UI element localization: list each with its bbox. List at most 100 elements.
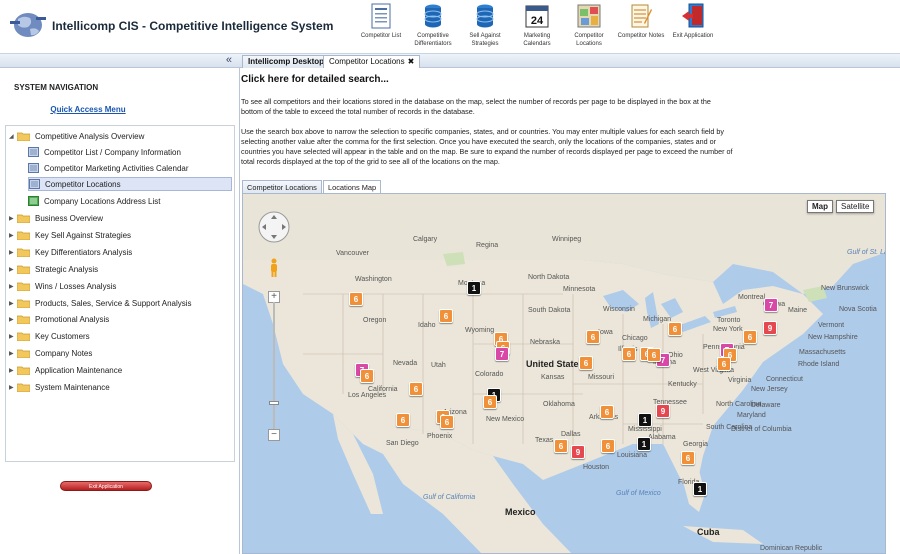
location-marker[interactable]: 6 (717, 357, 731, 371)
main-toolbar: Competitor List Competitive Differentiat… (355, 0, 719, 54)
location-marker[interactable]: 9 (763, 321, 777, 335)
zoom-slider-handle[interactable] (269, 401, 279, 405)
location-marker[interactable]: 9 (656, 404, 670, 418)
app-header: Intellicomp CIS - Competitive Intelligen… (0, 0, 900, 54)
map-label: South Dakota (528, 307, 571, 314)
sidebar-item-competitor-list-company-information[interactable]: Competitor List / Company Information (28, 145, 232, 159)
collapsed-arrow-icon[interactable]: ▶ (9, 333, 17, 340)
sidebar-item-company-locations-address-list[interactable]: Company Locations Address List (28, 194, 232, 208)
map-type-satellite-button[interactable]: Satellite (836, 200, 875, 213)
location-marker[interactable]: 1 (467, 281, 481, 295)
locations-map[interactable]: Map Satellite + − United States Mexico Cub… (242, 193, 886, 554)
sidebar-item-competitive-analysis-overview[interactable]: ◢ Competitive Analysis Overview (9, 129, 232, 143)
map-label: Rhode Island (798, 361, 840, 368)
location-marker[interactable]: 6 (586, 330, 600, 344)
location-marker[interactable]: 6 (681, 451, 695, 465)
tab-competitor-locations[interactable]: Competitor Locations ✖ (323, 55, 421, 68)
sidebar-item-promotional-analysis[interactable]: ▶ Promotional Analysis (9, 312, 232, 326)
sidebar-item-company-notes[interactable]: ▶ Company Notes (9, 346, 232, 360)
sidebar-item-application-maintenance[interactable]: ▶ Application Maintenance (9, 363, 232, 377)
competitor-list-button[interactable]: Competitor List (355, 0, 407, 54)
location-marker[interactable]: 6 (349, 292, 363, 306)
location-marker[interactable]: 7 (495, 347, 509, 361)
location-marker[interactable]: 7 (764, 298, 778, 312)
tab-intellicomp-desktop[interactable]: Intellicomp Desktop (242, 55, 331, 68)
close-tab-icon[interactable]: ✖ (408, 57, 415, 66)
map-label: North Dakota (528, 274, 570, 281)
location-marker[interactable]: 1 (637, 437, 651, 451)
collapsed-arrow-icon[interactable]: ▶ (9, 316, 17, 323)
sidebar-item-label: Competitor Locations (45, 179, 121, 189)
sidebar-item-competitor-locations[interactable]: Competitor Locations (28, 177, 232, 191)
location-marker[interactable]: 6 (483, 395, 497, 409)
list-document-icon (368, 2, 394, 30)
expanded-arrow-icon[interactable]: ◢ (9, 133, 17, 140)
sidebar-item-products-sales-service-support-analysis[interactable]: ▶ Products, Sales, Service & Support Anal… (9, 296, 232, 310)
sidebar-item-label: Company Locations Address List (44, 196, 161, 206)
sidebar-item-competitor-marketing-activities-calendar[interactable]: Competitor Marketing Activities Calendar (28, 161, 232, 175)
location-marker[interactable]: 6 (579, 356, 593, 370)
sidebar-item-system-maintenance[interactable]: ▶ System Maintenance (9, 380, 232, 394)
zoom-out-button[interactable]: − (268, 429, 280, 441)
competitor-notes-button[interactable]: Competitor Notes (615, 0, 667, 54)
marketing-calendars-button[interactable]: 24 Marketing Calendars (511, 0, 563, 54)
location-marker[interactable]: 6 (554, 439, 568, 453)
location-marker[interactable]: 1 (638, 413, 652, 427)
map-label: Regina (476, 242, 499, 249)
subtab-competitor-locations[interactable]: Competitor Locations (242, 180, 322, 194)
location-marker[interactable]: 1 (693, 482, 707, 496)
collapsed-arrow-icon[interactable]: ▶ (9, 300, 17, 307)
folder-icon (17, 282, 30, 291)
collapsed-arrow-icon[interactable]: ▶ (9, 283, 17, 290)
collapsed-arrow-icon[interactable]: ▶ (9, 215, 17, 222)
collapsed-arrow-icon[interactable]: ▶ (9, 249, 17, 256)
map-label: Oklahoma (543, 401, 575, 408)
location-marker[interactable]: 6 (600, 405, 614, 419)
collapsed-arrow-icon[interactable]: ▶ (9, 266, 17, 273)
collapsed-arrow-icon[interactable]: ▶ (9, 232, 17, 239)
street-view-pegman-icon[interactable] (269, 258, 279, 278)
competitor-locations-button[interactable]: Competitor Locations (563, 0, 615, 54)
sidebar-item-label: Competitive Analysis Overview (35, 131, 145, 141)
map-label: Minnesota (563, 286, 596, 293)
collapsed-arrow-icon[interactable]: ▶ (9, 350, 17, 357)
collapsed-arrow-icon[interactable]: ▶ (9, 384, 17, 391)
map-type-map-button[interactable]: Map (807, 200, 833, 213)
location-marker[interactable]: 6 (743, 330, 757, 344)
location-marker[interactable]: 6 (647, 348, 661, 362)
sidebar-item-label: Competitor Marketing Activities Calendar (44, 163, 189, 173)
location-marker[interactable]: 6 (622, 347, 636, 361)
location-marker[interactable]: 6 (440, 415, 454, 429)
exit-application-sidebar-button[interactable]: Exit Application (60, 481, 152, 491)
map-canvas[interactable] (243, 194, 886, 554)
location-marker[interactable]: 6 (439, 309, 453, 323)
location-marker[interactable]: 6 (668, 322, 682, 336)
sidebar-item-label: Company Notes (35, 348, 93, 358)
pan-control-icon[interactable] (257, 210, 291, 244)
sidebar-item-strategic-analysis[interactable]: ▶ Strategic Analysis (9, 262, 232, 276)
zoom-slider-track[interactable] (273, 302, 275, 432)
collapse-sidebar-icon[interactable]: « (226, 54, 232, 67)
map-label: District of Columbia (731, 426, 792, 433)
subtab-locations-map[interactable]: Locations Map (323, 180, 382, 194)
map-label: Maryland (737, 412, 766, 419)
location-marker[interactable]: 9 (571, 445, 585, 459)
sidebar-item-key-differentiators-analysis[interactable]: ▶ Key Differentiators Analysis (9, 245, 232, 259)
quick-access-menu-link[interactable]: Quick Access Menu (0, 105, 176, 114)
map-label: Mexico (505, 507, 536, 517)
sidebar-item-wins-losses-analysis[interactable]: ▶ Wins / Losses Analysis (9, 279, 232, 293)
exit-application-button[interactable]: Exit Application (667, 0, 719, 54)
location-marker[interactable]: 6 (396, 413, 410, 427)
collapsed-arrow-icon[interactable]: ▶ (9, 367, 17, 374)
map-label: Washington (355, 276, 392, 283)
sidebar-item-key-customers[interactable]: ▶ Key Customers (9, 329, 232, 343)
location-marker[interactable]: 6 (360, 369, 374, 383)
sell-against-strategies-button[interactable]: Sell Against Strategies (459, 0, 511, 54)
sidebar-item-business-overview[interactable]: ▶ Business Overview (9, 211, 232, 225)
location-marker[interactable]: 6 (409, 382, 423, 396)
map-label: Connecticut (766, 376, 803, 383)
sidebar-item-key-sell-against-strategies[interactable]: ▶ Key Sell Against Strategies (9, 228, 232, 242)
competitive-differentiators-button[interactable]: Competitive Differentiators (407, 0, 459, 54)
detailed-search-link[interactable]: Click here for detailed search... (241, 74, 389, 85)
location-marker[interactable]: 6 (601, 439, 615, 453)
